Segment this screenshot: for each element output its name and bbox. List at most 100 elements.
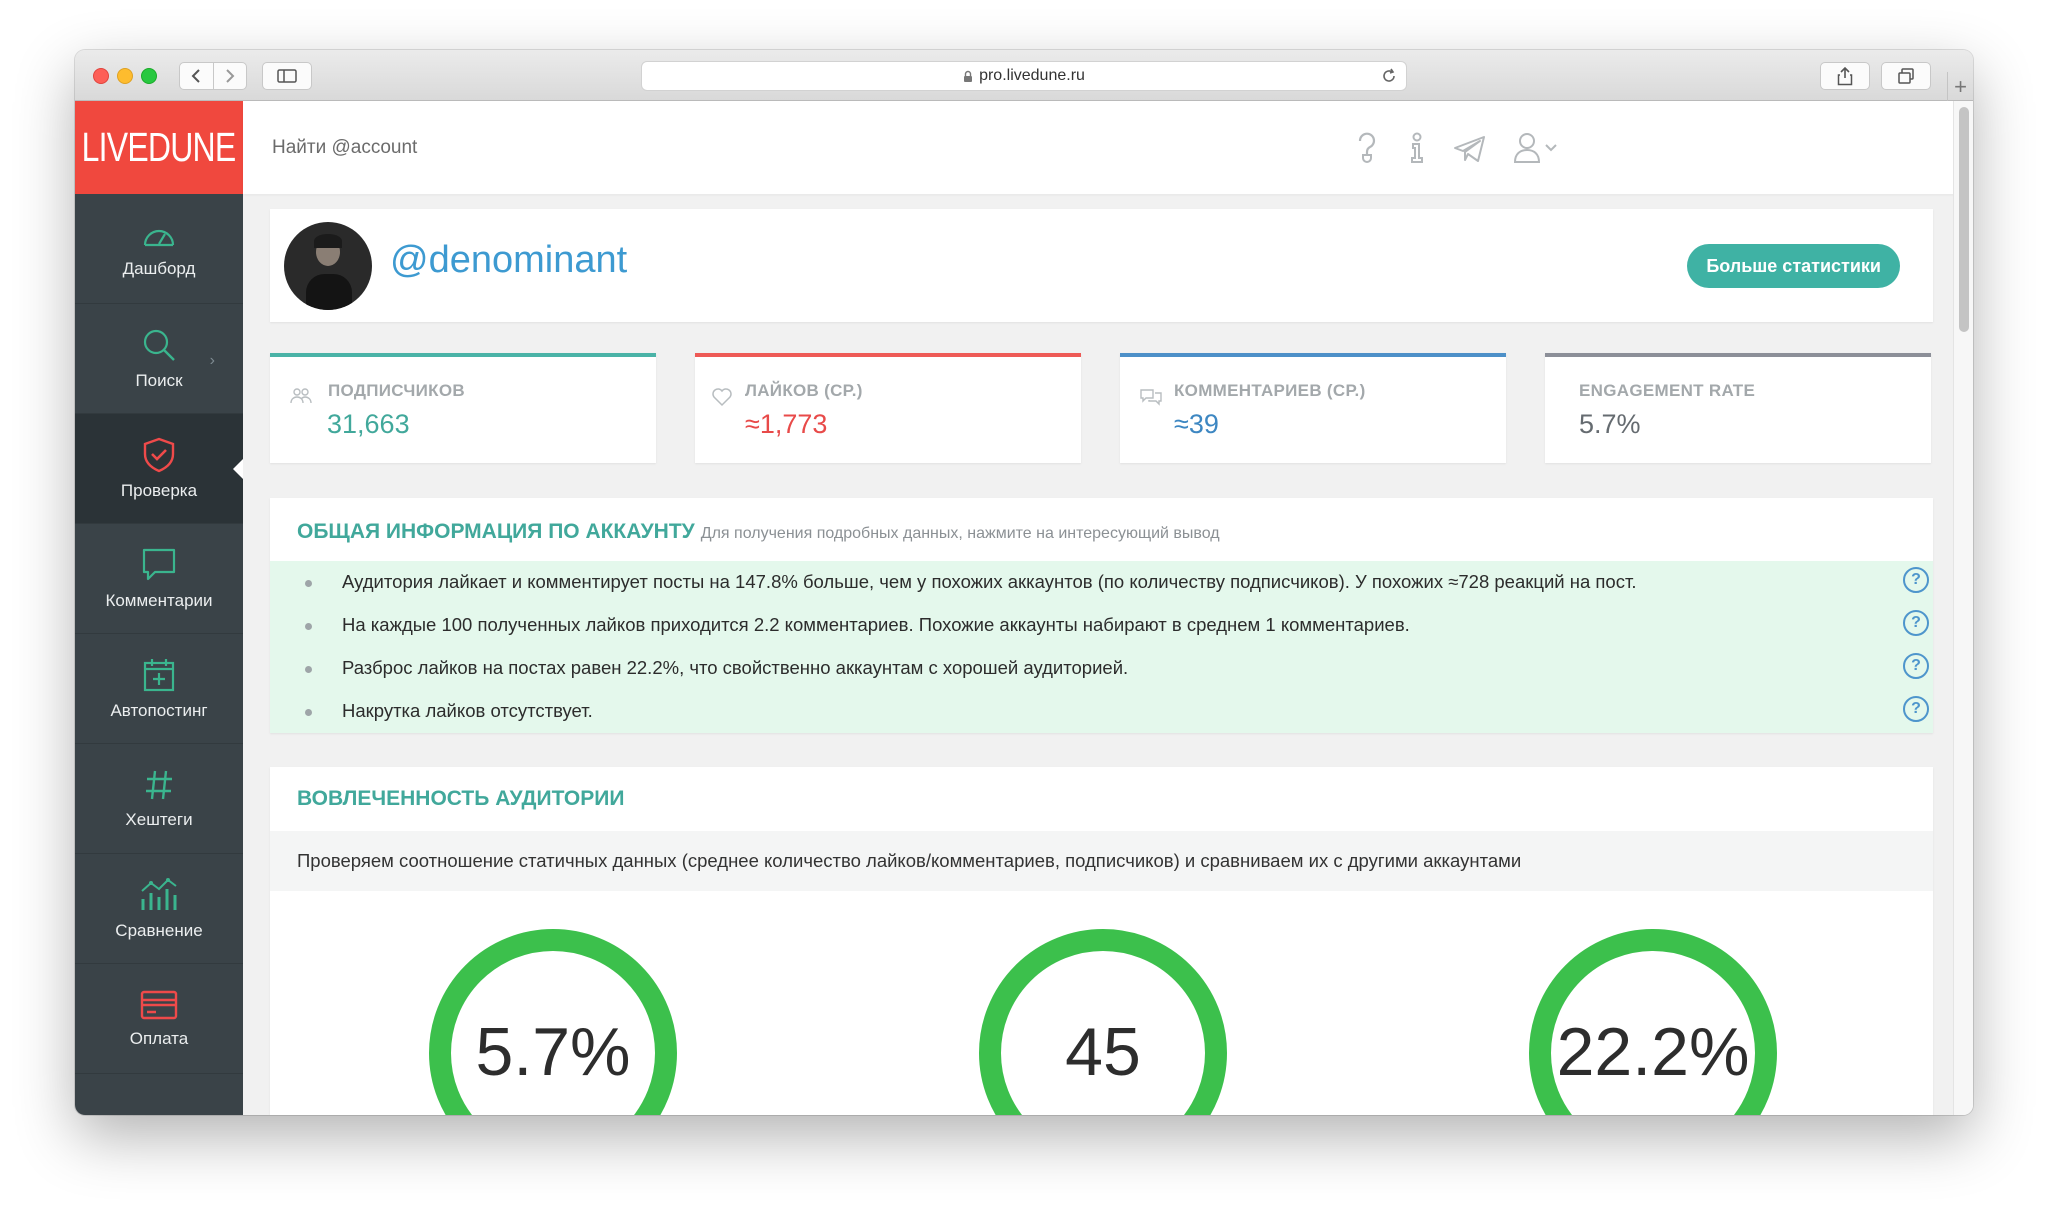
history-nav (179, 62, 247, 90)
sidebar-item-hashtags[interactable]: Хештеги (75, 744, 243, 854)
stat-value: 5.7% (1579, 409, 1641, 439)
calendar-plus-icon (143, 658, 175, 691)
sidebar-item-label: Хештеги (125, 809, 193, 829)
sidebar-toggle-button[interactable] (262, 62, 312, 90)
url-text: pro.livedune.ru (979, 67, 1085, 84)
engagement-card: ВОВЛЕЧЕННОСТЬ АУДИТОРИИ Проверяем соотно… (270, 767, 1933, 1115)
sidebar-item-search[interactable]: Поиск › (75, 304, 243, 414)
gauge-value: 45 (1065, 1014, 1141, 1090)
stat-card-followers: ПОДПИСЧИКОВ 31,663 (270, 353, 656, 463)
stat-value: ≈1,773 (745, 409, 828, 439)
sidebar: Дашборд Поиск › Проверка Комментарии Авт… (75, 194, 243, 1115)
minimize-window-button[interactable] (117, 68, 133, 84)
stat-label: ЛАЙКОВ (СР.) (745, 381, 863, 400)
list-item[interactable]: Разброс лайков на постах равен 22.2%, чт… (270, 647, 1933, 690)
chevron-left-icon (191, 69, 200, 83)
engagement-rate-gauge[interactable]: 5.7% (423, 923, 683, 1115)
account-handle[interactable]: @denominant (390, 239, 627, 282)
sidebar-item-dashboard[interactable]: Дашборд (75, 194, 243, 304)
help-circle-icon[interactable]: ? (1903, 696, 1929, 722)
user-menu-icon[interactable] (1513, 131, 1561, 165)
stat-value: 31,663 (327, 409, 410, 439)
info-text: Аудитория лайкает и комментирует посты н… (342, 571, 1637, 592)
scrollbar[interactable] (1953, 101, 1973, 1115)
address-bar[interactable]: pro.livedune.ru (641, 61, 1407, 91)
sidebar-item-payment[interactable]: Оплата (75, 964, 243, 1074)
list-item[interactable]: На каждые 100 полученных лайков приходит… (270, 604, 1933, 647)
zoom-window-button[interactable] (141, 68, 157, 84)
new-tab-button[interactable]: + (1947, 72, 1973, 101)
help-circle-icon[interactable]: ? (1903, 567, 1929, 593)
main-content: @denominant Больше статистики ПОДПИСЧИКО… (243, 194, 1953, 1115)
share-button[interactable] (1820, 62, 1870, 90)
sidebar-item-comments[interactable]: Комментарии (75, 524, 243, 634)
engagement-description: Проверяем соотношение статичных данных (… (270, 831, 1933, 891)
back-button[interactable] (180, 63, 213, 89)
comments-icon (1140, 389, 1162, 406)
compare-chart-icon (141, 877, 177, 910)
sidebar-item-check[interactable]: Проверка (75, 414, 243, 524)
scrollbar-thumb[interactable] (1959, 107, 1969, 332)
sidebar-item-label: Проверка (120, 480, 198, 500)
section-title: ОБЩАЯ ИНФОРМАЦИЯ ПО АККАУНТУ Для получени… (297, 520, 1220, 544)
list-item[interactable]: Накрутка лайков отсутствует. ? (270, 690, 1933, 733)
sidebar-item-label: Поиск (135, 370, 183, 390)
forward-button[interactable] (213, 63, 246, 89)
gauge-value: 22.2% (1556, 1014, 1750, 1090)
comment-icon (142, 548, 176, 580)
account-info-card: ОБЩАЯ ИНФОРМАЦИЯ ПО АККАУНТУ Для получени… (270, 498, 1933, 733)
sidebar-item-compare[interactable]: Сравнение (75, 854, 243, 964)
telegram-icon[interactable] (1453, 135, 1487, 163)
info-list: Аудитория лайкает и комментирует посты н… (270, 561, 1933, 733)
sidebar-icon (277, 69, 297, 83)
speedometer-icon (143, 229, 175, 246)
info-subtitle: Для получения подробных данных, нажмите … (700, 525, 1220, 542)
sidebar-item-autoposting[interactable]: Автопостинг (75, 634, 243, 744)
comments-ratio-gauge[interactable]: 45 (973, 923, 1233, 1115)
list-item[interactable]: Аудитория лайкает и комментирует посты н… (270, 561, 1933, 604)
account-search-input[interactable]: Найти @account (272, 137, 417, 159)
tabs-overview-icon (1898, 68, 1914, 84)
more-stats-button[interactable]: Больше статистики (1687, 244, 1900, 288)
profile-card: @denominant Больше статистики (270, 209, 1933, 322)
shield-check-icon (143, 437, 175, 472)
sidebar-item-label: Сравнение (115, 920, 203, 940)
help-question-icon[interactable] (1353, 131, 1381, 165)
sidebar-item-label: Дашборд (122, 258, 196, 278)
browser-window: pro.livedune.ru + LIVEDUNE Найти @accoun… (75, 50, 1973, 1115)
sidebar-item-label: Автопостинг (110, 700, 208, 720)
close-window-button[interactable] (93, 68, 109, 84)
sidebar-item-label: Комментарии (105, 590, 213, 610)
info-text: Накрутка лайков отсутствует. (342, 700, 593, 721)
stat-card-engagement-rate: ENGAGEMENT RATE 5.7% (1545, 353, 1931, 463)
stat-card-likes: ЛАЙКОВ (СР.) ≈1,773 (695, 353, 1081, 463)
info-title: ОБЩАЯ ИНФОРМАЦИЯ ПО АККАУНТУ (297, 520, 695, 543)
stat-label: ПОДПИСЧИКОВ (328, 381, 465, 400)
chevron-right-icon: › (209, 352, 215, 369)
info-icon[interactable] (1407, 131, 1427, 165)
credit-card-icon (140, 990, 178, 1019)
stat-label: ENGAGEMENT RATE (1579, 381, 1756, 400)
logo-text: LIVEDUNE (82, 124, 236, 170)
help-circle-icon[interactable]: ? (1903, 653, 1929, 679)
top-header: Найти @account (243, 101, 1973, 194)
search-icon (143, 329, 175, 361)
sidebar-item-label: Оплата (129, 1028, 189, 1048)
info-text: На каждые 100 полученных лайков приходит… (342, 614, 1410, 635)
livedune-logo[interactable]: LIVEDUNE (75, 101, 243, 194)
help-circle-icon[interactable]: ? (1903, 610, 1929, 636)
info-text: Разброс лайков на постах равен 22.2%, чт… (342, 657, 1129, 678)
share-icon (1837, 66, 1853, 86)
reload-icon[interactable] (1380, 67, 1398, 85)
chevron-right-icon (226, 69, 235, 83)
stat-value: ≈39 (1174, 409, 1219, 439)
likes-spread-gauge[interactable]: 22.2% (1523, 923, 1783, 1115)
stat-card-comments: КОММЕНТАРИЕВ (СР.) ≈39 (1120, 353, 1506, 463)
app-root: LIVEDUNE Найти @account Дашборд Поиск › … (75, 101, 1973, 1115)
show-tabs-button[interactable] (1881, 62, 1931, 90)
avatar[interactable] (284, 222, 372, 310)
heart-icon (712, 388, 732, 407)
lock-icon (964, 70, 973, 82)
engagement-title: ВОВЛЕЧЕННОСТЬ АУДИТОРИИ (297, 787, 625, 810)
gauge-value: 5.7% (475, 1014, 631, 1090)
